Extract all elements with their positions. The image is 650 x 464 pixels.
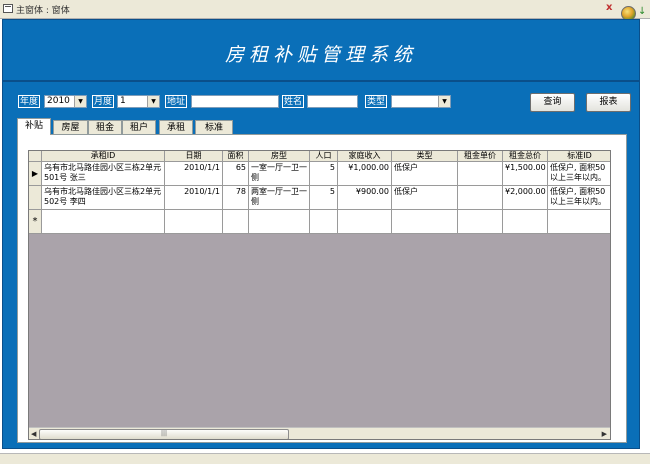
new-row-cell[interactable] <box>249 210 310 234</box>
tab-lease[interactable]: 承租 <box>159 120 193 134</box>
row-selector[interactable] <box>29 186 42 210</box>
new-row-cell[interactable] <box>310 210 338 234</box>
column-header[interactable]: 标准ID <box>548 151 610 162</box>
address-input[interactable] <box>191 95 279 108</box>
new-row-cell[interactable] <box>503 210 548 234</box>
table-cell[interactable]: 5 <box>310 162 338 186</box>
scroll-right-arrow-icon[interactable]: ▶ <box>602 428 607 439</box>
new-row-cell[interactable] <box>223 210 249 234</box>
new-row-cell[interactable] <box>458 210 503 234</box>
report-button[interactable]: 报表 <box>586 93 631 112</box>
scrollbar-thumb[interactable]: ||| <box>39 429 289 439</box>
column-header[interactable]: 人口 <box>310 151 338 162</box>
new-row-cell[interactable] <box>42 210 165 234</box>
table-cell[interactable]: 低保户 <box>392 162 458 186</box>
scroll-left-arrow-icon[interactable]: ◀ <box>31 428 36 439</box>
horizontal-scrollbar[interactable]: ◀ ||| ▶ <box>29 427 610 439</box>
window-title: 主窗体 : 窗体 <box>16 6 70 16</box>
column-header[interactable]: 日期 <box>165 151 223 162</box>
table-cell[interactable]: 乌有市北马路佳园小区三栋2单元501号 张三 <box>42 162 165 186</box>
subsidy-datasheet: 承租ID 日期 面积 房型 人口 家庭收入 类型 租金单价 租金总价 标准ID … <box>28 150 611 440</box>
tab-standard[interactable]: 标准 <box>195 120 233 134</box>
row-selector[interactable]: ▶ <box>29 162 42 186</box>
table-cell[interactable]: 低保户, 面积50以上三年以内。 <box>548 162 610 186</box>
tab-control: 补贴 房屋 租金 租户 承租 标准 承租ID 日期 面积 房型 人口 家庭收入 … <box>17 118 627 444</box>
month-label: 月度 <box>92 95 115 108</box>
table-cell[interactable]: 低保户, 面积50以上三年以内。 <box>548 186 610 210</box>
tab-rent[interactable]: 租金 <box>88 120 122 134</box>
close-button[interactable]: x <box>606 2 612 13</box>
chevron-down-icon[interactable]: ▼ <box>147 96 159 107</box>
table-cell[interactable] <box>458 186 503 210</box>
table-cell[interactable]: 5 <box>310 186 338 210</box>
column-header[interactable]: 类型 <box>392 151 458 162</box>
type-label: 类型 <box>365 95 388 108</box>
table-cell[interactable]: 78 <box>223 186 249 210</box>
month-value: 1 <box>120 96 126 106</box>
month-select[interactable]: 1 ▼ <box>117 95 160 108</box>
download-arrow-icon[interactable]: ↓ <box>638 6 646 17</box>
table-cell[interactable]: ¥900.00 <box>338 186 392 210</box>
new-row-selector[interactable]: * <box>29 210 42 234</box>
name-input[interactable] <box>307 95 358 108</box>
window-icon <box>3 4 13 13</box>
table-cell[interactable]: 2010/1/1 <box>165 186 223 210</box>
table-cell[interactable]: ¥1,500.00 <box>503 162 548 186</box>
table-cell[interactable]: 两室一厅一卫一侧 <box>249 186 310 210</box>
query-button[interactable]: 查询 <box>530 93 575 112</box>
column-header[interactable]: 房型 <box>249 151 310 162</box>
column-header[interactable]: 租金单价 <box>458 151 503 162</box>
table-cell[interactable] <box>458 162 503 186</box>
year-select[interactable]: 2010 ▼ <box>44 95 87 108</box>
new-row-cell[interactable] <box>392 210 458 234</box>
new-row-cell[interactable] <box>338 210 392 234</box>
tab-house[interactable]: 房屋 <box>53 120 88 134</box>
year-label: 年度 <box>18 95 41 108</box>
new-row-cell[interactable] <box>165 210 223 234</box>
window-titlebar: 主窗体 : 窗体 x <box>0 0 650 19</box>
table-cell[interactable]: 65 <box>223 162 249 186</box>
table-cell[interactable]: 乌有市北马路佳园小区三栋2单元502号 李四 <box>42 186 165 210</box>
chevron-down-icon[interactable]: ▼ <box>74 96 86 107</box>
name-label: 姓名 <box>282 95 305 108</box>
select-all-corner[interactable] <box>29 151 42 162</box>
table-cell[interactable]: ¥1,000.00 <box>338 162 392 186</box>
table-cell[interactable]: 低保户 <box>392 186 458 210</box>
table-cell[interactable]: ¥2,000.00 <box>503 186 548 210</box>
column-header[interactable]: 面积 <box>223 151 249 162</box>
main-form: 房租补贴管理系统 年度 2010 ▼ 月度 1 ▼ 地址 姓名 类型 ▼ 查询 … <box>2 19 640 449</box>
tab-subsidy[interactable]: 补贴 <box>17 118 51 135</box>
type-select[interactable]: ▼ <box>391 95 451 108</box>
app-title: 房租补贴管理系统 <box>224 44 417 66</box>
tab-panel-subsidy: 承租ID 日期 面积 房型 人口 家庭收入 类型 租金单价 租金总价 标准ID … <box>17 134 627 443</box>
form-header: 房租补贴管理系统 <box>3 20 639 82</box>
chevron-down-icon[interactable]: ▼ <box>438 96 450 107</box>
column-header[interactable]: 家庭收入 <box>338 151 392 162</box>
column-header[interactable]: 租金总价 <box>503 151 548 162</box>
table-cell[interactable]: 2010/1/1 <box>165 162 223 186</box>
status-bar <box>0 453 650 464</box>
new-row-cell[interactable] <box>548 210 610 234</box>
column-header[interactable]: 承租ID <box>42 151 165 162</box>
table-cell[interactable]: 一室一厅一卫一侧 <box>249 162 310 186</box>
tab-tenant[interactable]: 租户 <box>122 120 156 134</box>
address-label: 地址 <box>165 95 188 108</box>
year-value: 2010 <box>47 96 70 106</box>
